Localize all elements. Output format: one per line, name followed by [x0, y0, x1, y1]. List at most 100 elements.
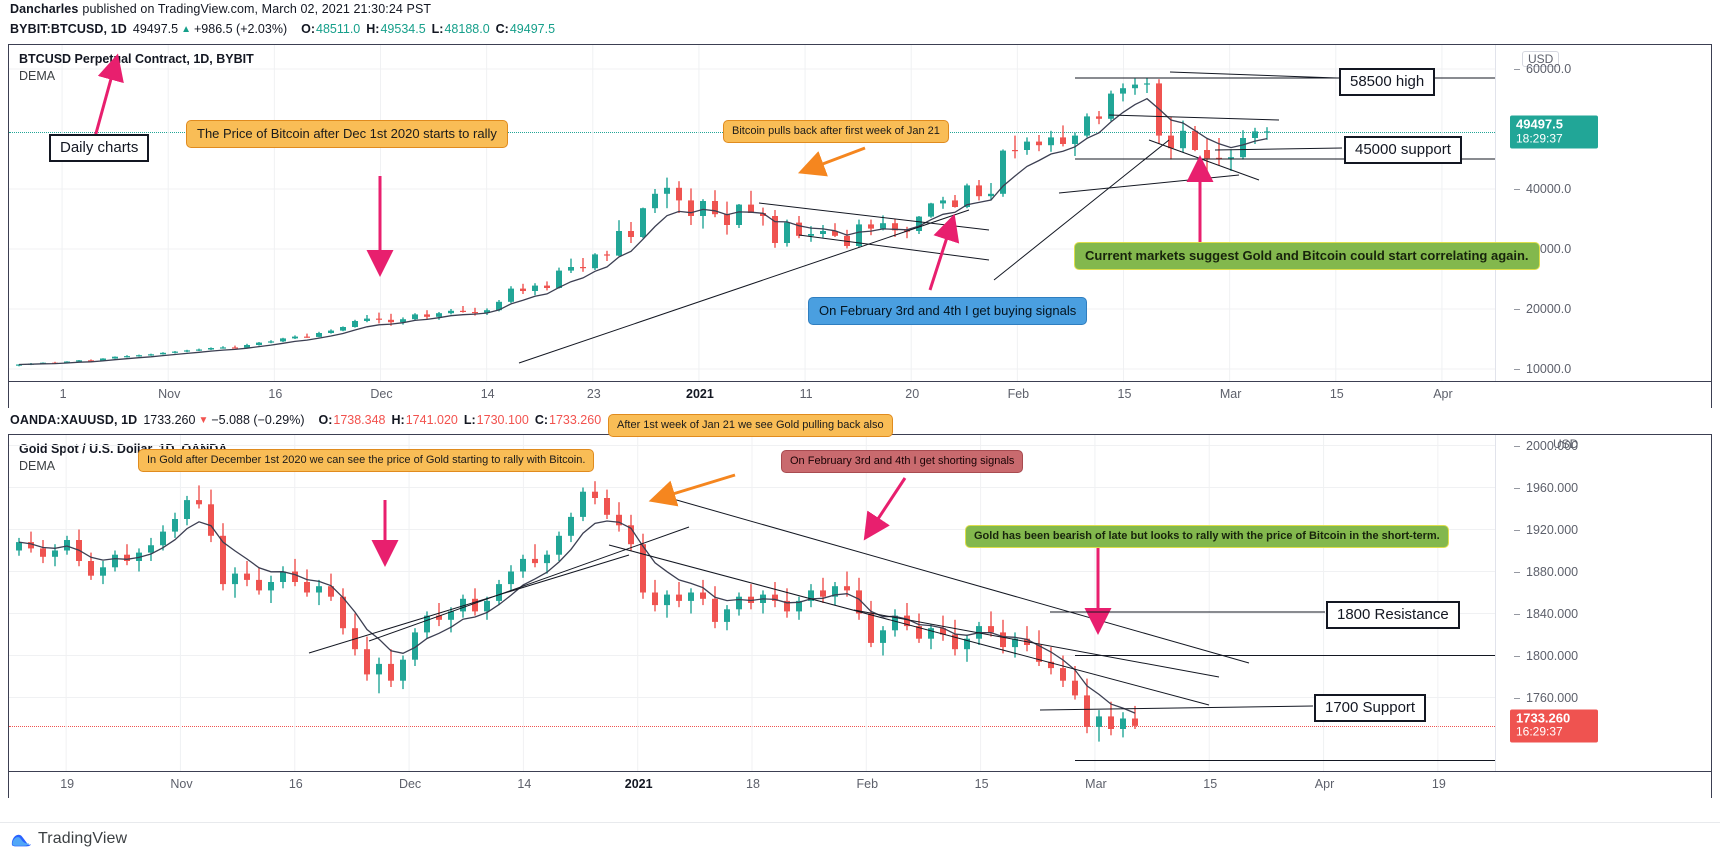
annotation-gold-1800-resistance[interactable]: 1800 Resistance [1326, 601, 1460, 629]
candle-body [808, 590, 814, 601]
btc-pane-title: BTCUSD Perpetual Contract, 1D, BYBIT [19, 52, 254, 66]
candle-body [952, 634, 958, 650]
tradingview-logo-icon [11, 834, 31, 847]
trendline-dec-uptrend [368, 526, 690, 642]
candle-body [1012, 638, 1018, 648]
current-price-tag[interactable]: 49497.5 18:29:37 [1510, 115, 1598, 149]
time-axis-label: 19 [60, 777, 75, 791]
candle-body [160, 352, 166, 355]
price-axis-label: 40000.0 [1526, 182, 1572, 196]
candle-body [424, 615, 430, 633]
annotation-btc-correlating[interactable]: Current markets suggest Gold and Bitcoin… [1074, 242, 1540, 270]
candle-body [1072, 135, 1078, 144]
time-axis-label: 14 [517, 777, 532, 791]
annotation-btc-buying-signals[interactable]: On February 3rd and 4th I get buying sig… [808, 297, 1088, 325]
candle-body [964, 638, 970, 650]
xau-symbol-label[interactable]: OANDA:XAUUSD, 1D [10, 413, 137, 427]
btc-time-axis[interactable]: 1 Nov 16 Dec 14 23 2021 11 20 Feb 15 Mar 15 Apr [8, 382, 1712, 408]
candle-body [556, 270, 562, 288]
candle-body [16, 542, 22, 551]
time-axis-label: 18 [746, 777, 760, 791]
candle-body [268, 341, 274, 343]
btc-chart-canvas [9, 45, 1495, 381]
candle-body [196, 349, 202, 351]
btc-direction-arrow-icon: ▲ [181, 23, 191, 35]
annotation-btc-58500-high[interactable]: 58500 high [1339, 68, 1436, 96]
btc-chart-pane[interactable]: BTCUSD Perpetual Contract, 1D, BYBIT DEM… [8, 44, 1712, 382]
candle-body [1096, 116, 1102, 119]
annotation-btc-45000-support[interactable]: 45000 support [1344, 136, 1462, 164]
btc-plot-area[interactable] [9, 45, 1495, 381]
xau-low-key: L: [463, 413, 476, 427]
candle-body [736, 596, 742, 610]
btc-high-key: H: [366, 22, 380, 36]
annotation-gold-rally[interactable]: In Gold after December 1st 2020 we can s… [138, 449, 595, 473]
candle-body [952, 200, 958, 207]
candle-body [1048, 137, 1054, 146]
xau-plot-area[interactable] [9, 435, 1495, 771]
annotation-gold-pulling-back[interactable]: After 1st week of Jan 21 we see Gold pul… [608, 414, 893, 438]
candle-body [292, 336, 298, 339]
price-axis-label: 2000.000 [1526, 438, 1579, 453]
candle-body [868, 224, 874, 229]
xau-price-axis[interactable]: USD 1760.000 1800.000 1840.000 1880.000 1920… [1495, 435, 1711, 771]
candle-body [604, 254, 610, 256]
time-axis-label: Dec [370, 387, 393, 401]
candle-body [892, 223, 898, 231]
candle-body [568, 516, 574, 536]
candle-body [676, 187, 682, 201]
annotation-gold-shorting-signals[interactable]: On February 3rd and 4th I get shorting s… [781, 450, 1024, 474]
candle-body [100, 567, 106, 576]
candle-body [640, 208, 646, 237]
candle-body [664, 187, 670, 194]
candle-body [556, 535, 562, 555]
time-axis-label: 2021 [686, 387, 714, 401]
candle-body [160, 531, 166, 546]
candle-body [784, 222, 790, 243]
candle-body [436, 615, 442, 620]
candle-body [172, 519, 178, 532]
time-axis-label: 15 [1329, 387, 1344, 401]
current-price-line [9, 725, 1495, 727]
btc-symbol-bar[interactable]: BYBIT:BTCUSD, 1D 49497.5 ▲ +986.5 (+2.03… [0, 19, 1720, 39]
time-axis-label: 15 [1203, 777, 1218, 791]
candle-body [52, 362, 58, 364]
candle-body [220, 347, 226, 349]
candle-body [688, 200, 694, 216]
candle-body [628, 231, 634, 237]
candle-body [100, 358, 106, 361]
price-axis-tick [1514, 487, 1520, 489]
time-axis-label: 16 [288, 777, 303, 791]
current-price-value: 49497.5 [1516, 116, 1563, 132]
xau-time-axis[interactable]: 19 Nov 16 Dec 14 2021 18 Feb 15 Mar 15 Apr 19 [8, 772, 1712, 798]
candle-body [820, 231, 826, 234]
candle-body [664, 594, 670, 606]
price-axis-label: 1880.000 [1526, 564, 1579, 579]
btc-high-value: 49534.5 [380, 22, 426, 36]
price-axis-tick [1514, 697, 1520, 699]
btc-price-axis[interactable]: USD 10000.0 20000.0 30000.0 40000.0 60000.0 4… [1495, 45, 1711, 381]
dema-line [18, 520, 1136, 714]
candle-body [64, 361, 70, 363]
annotation-btc-rally[interactable]: The Price of Bitcoin after Dec 1st 2020 … [186, 120, 508, 148]
candle-body [796, 222, 802, 236]
annotation-gold-1700-support[interactable]: 1700 Support [1314, 694, 1427, 722]
candle-body [244, 345, 250, 348]
current-price-tag[interactable]: 1733.260 16:29:37 [1510, 709, 1598, 743]
candle-body [172, 351, 178, 353]
candle-body [1060, 137, 1066, 144]
candle-body [472, 598, 478, 612]
candle-body [592, 254, 598, 269]
xau-open-value: 1738.348 [333, 413, 386, 427]
candle-body [424, 314, 430, 317]
price-axis-tick [1514, 571, 1520, 573]
annotation-daily-charts[interactable]: Daily charts [49, 134, 150, 162]
annotation-gold-bearish[interactable]: Gold has been bearish of late but looks … [965, 525, 1449, 549]
time-axis-label: 14 [480, 387, 495, 401]
btc-symbol-label[interactable]: BYBIT:BTCUSD, 1D [10, 22, 127, 36]
time-axis-label: Feb [856, 777, 879, 791]
time-axis-label: 15 [974, 777, 989, 791]
candle-body [988, 626, 994, 633]
candle-body [568, 267, 574, 271]
annotation-btc-pullback[interactable]: Bitcoin pulls back after first week of J… [723, 120, 949, 144]
